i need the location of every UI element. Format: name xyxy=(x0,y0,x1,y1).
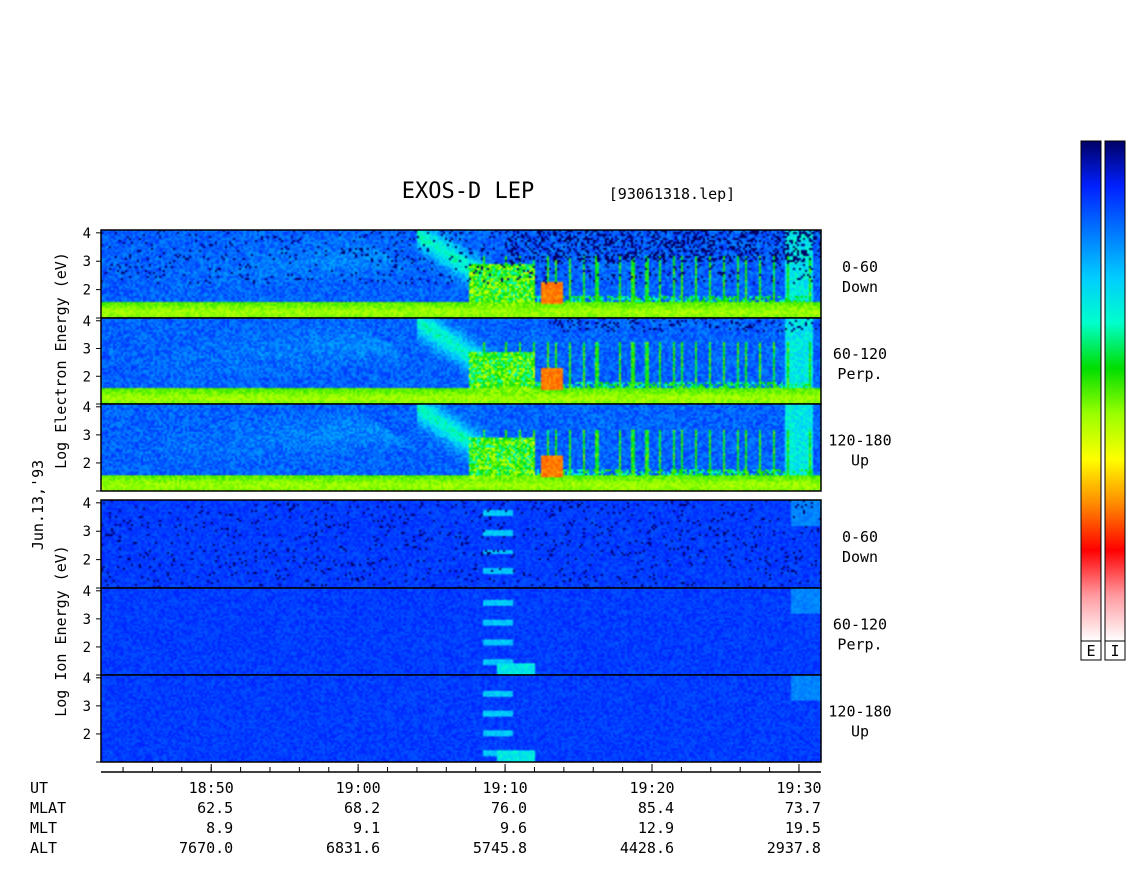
orbit-value: 5745.8 xyxy=(473,839,527,857)
direction-label: Down xyxy=(842,548,878,566)
y-axis-label: Log Ion Energy (eV) xyxy=(52,545,70,717)
exos-d-lep-spectrogram: EXOS-D LEP [93061318.lep] 2 3 4 0-60 Down 2 3 4… xyxy=(0,0,1130,875)
orbit-row-label: UT xyxy=(30,779,48,797)
spectrogram-electron-panel-1 xyxy=(101,230,821,318)
direction-label: Up xyxy=(851,723,869,741)
spectrogram-electron-panel-2 xyxy=(101,318,821,404)
y-tick-label: 2 xyxy=(83,553,91,569)
colorbar-i xyxy=(1104,140,1126,642)
y-axis-label: Log Electron Energy (eV) xyxy=(52,252,70,469)
pitch-angle-label: 120-180 xyxy=(828,703,891,721)
pitch-angle-label: 60-120 xyxy=(833,345,887,363)
orbit-row-label: MLAT xyxy=(30,799,66,817)
x-tick-label: 19:10 xyxy=(483,779,528,797)
spectrogram-ion-panel-3 xyxy=(101,675,821,762)
x-tick-label: 19:00 xyxy=(336,779,381,797)
direction-label: Perp. xyxy=(837,636,882,654)
orbit-row-label: ALT xyxy=(30,839,57,857)
orbit-row-label: MLT xyxy=(30,819,57,837)
y-tick-label: 4 xyxy=(83,400,91,416)
pitch-angle-label: 60-120 xyxy=(833,616,887,634)
y-tick-label: 4 xyxy=(83,496,91,512)
y-tick-label: 3 xyxy=(83,524,91,540)
y-tick-label: 3 xyxy=(83,254,91,270)
x-tick-label: 19:30 xyxy=(776,779,821,797)
pitch-angle-label: 0-60 xyxy=(842,528,878,546)
orbit-value: 12.9 xyxy=(638,819,674,837)
orbit-value: 76.0 xyxy=(491,799,527,817)
orbit-value: 2937.8 xyxy=(767,839,821,857)
pitch-angle-label: 0-60 xyxy=(842,258,878,276)
direction-label: Down xyxy=(842,278,878,296)
x-tick-label: 19:20 xyxy=(629,779,674,797)
direction-label: Perp. xyxy=(837,365,882,383)
y-tick-label: 4 xyxy=(83,314,91,330)
spectrogram-figure: EXOS-D LEP [93061318.lep] 2 3 4 0-60 Down 2 3 4… xyxy=(29,140,1126,857)
orbit-value: 85.4 xyxy=(638,799,674,817)
colorbar-label: I xyxy=(1110,642,1119,660)
y-tick-label: 3 xyxy=(83,342,91,358)
y-tick-label: 2 xyxy=(83,640,91,656)
y-tick-label: 3 xyxy=(83,699,91,715)
spectrogram-ion-panel-1 xyxy=(101,500,821,588)
colorbars: EI xyxy=(1080,140,1126,661)
colorbar-e xyxy=(1080,140,1102,642)
y-tick-label: 2 xyxy=(83,369,91,385)
spectrogram-panels xyxy=(100,229,822,763)
orbit-value: 19.5 xyxy=(785,819,821,837)
y-tick-label: 3 xyxy=(83,612,91,628)
y-tick-label: 3 xyxy=(83,428,91,444)
spectrogram-electron-panel-3 xyxy=(101,404,821,491)
y-tick-label: 4 xyxy=(83,584,91,600)
orbit-value: 4428.6 xyxy=(620,839,674,857)
orbit-value: 6831.6 xyxy=(326,839,380,857)
date-label: Jun.13,'93 xyxy=(29,460,47,550)
x-tick-label: 18:50 xyxy=(189,779,234,797)
y-tick-label: 2 xyxy=(83,456,91,472)
orbit-value: 73.7 xyxy=(785,799,821,817)
spectrogram-ion-panel-2 xyxy=(101,588,821,675)
direction-label: Up xyxy=(851,452,869,470)
orbit-value: 9.1 xyxy=(353,819,380,837)
colorbar-label: E xyxy=(1086,642,1095,660)
y-tick-label: 2 xyxy=(83,283,91,299)
file-name-label: [93061318.lep] xyxy=(609,185,735,203)
pitch-angle-label: 120-180 xyxy=(828,432,891,450)
orbit-value: 68.2 xyxy=(344,799,380,817)
orbit-value: 9.6 xyxy=(500,819,527,837)
y-tick-label: 2 xyxy=(83,727,91,743)
y-tick-label: 4 xyxy=(83,671,91,687)
orbit-value: 62.5 xyxy=(197,799,233,817)
orbit-value: 8.9 xyxy=(206,819,233,837)
chart-title: EXOS-D LEP xyxy=(402,179,534,204)
y-tick-label: 4 xyxy=(83,226,91,242)
orbit-value: 7670.0 xyxy=(179,839,233,857)
